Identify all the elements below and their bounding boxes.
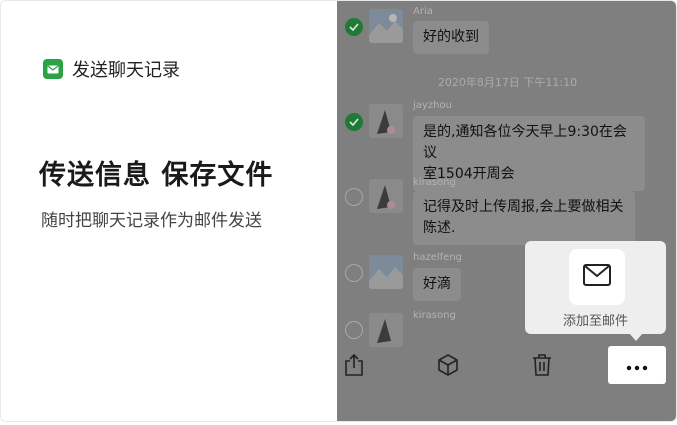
sender-name: Aria [413, 6, 433, 17]
mail-icon [583, 264, 611, 290]
message-bubble[interactable]: 好滴 [413, 268, 461, 301]
favorite-button[interactable] [431, 350, 465, 384]
sender-name: jayzhou [413, 100, 452, 111]
promo-card: 发送聊天记录 传送信息 保存文件 随时把聊天记录作为邮件发送 Aria 好的收到… [0, 0, 677, 422]
popup-pointer [629, 333, 643, 341]
popup-label: 添加至邮件 [562, 314, 628, 329]
message-line: 记得及时上传周报,会上要做相关 [423, 199, 624, 215]
subline: 随时把聊天记录作为邮件发送 [41, 211, 262, 231]
avatar[interactable] [369, 179, 403, 213]
avatar[interactable] [369, 9, 403, 43]
feature-label: 发送聊天记录 [72, 60, 180, 81]
message-bubble[interactable]: 好的收到 [413, 21, 489, 54]
avatar[interactable] [369, 255, 403, 289]
checkbox-checked[interactable] [345, 18, 363, 36]
more-button[interactable] [608, 346, 666, 384]
sender-name: hazelfeng [413, 252, 463, 263]
checkbox-checked[interactable] [345, 113, 363, 131]
add-to-mail-button[interactable] [569, 249, 625, 305]
sender-name: kirasong [413, 177, 456, 188]
chat-timestamp: 2020年8月17日 下午11:10 [437, 76, 578, 89]
add-to-mail-popup: 添加至邮件 [525, 241, 666, 334]
checkbox-unchecked[interactable] [345, 188, 363, 206]
message-bubble[interactable]: 记得及时上传周报,会上要做相关 陈述. [413, 191, 635, 245]
delete-button[interactable] [525, 350, 559, 384]
share-icon [343, 353, 365, 381]
message-line: 陈述. [423, 220, 456, 236]
headline: 传送信息 保存文件 [39, 160, 274, 191]
share-button[interactable] [337, 350, 371, 384]
trash-icon [531, 353, 553, 381]
message-line: 是的,通知各位今天早上9:30在会议 [423, 124, 627, 161]
promo-panel: 发送聊天记录 传送信息 保存文件 随时把聊天记录作为邮件发送 [1, 1, 337, 421]
checkbox-unchecked[interactable] [345, 264, 363, 282]
sender-name: kirasong [413, 310, 456, 321]
box-icon [436, 353, 460, 381]
mail-badge-icon [43, 59, 63, 79]
avatar[interactable] [369, 104, 403, 138]
more-icon [626, 356, 648, 375]
checkbox-unchecked[interactable] [345, 321, 363, 339]
feature-row: 发送聊天记录 [43, 56, 180, 82]
